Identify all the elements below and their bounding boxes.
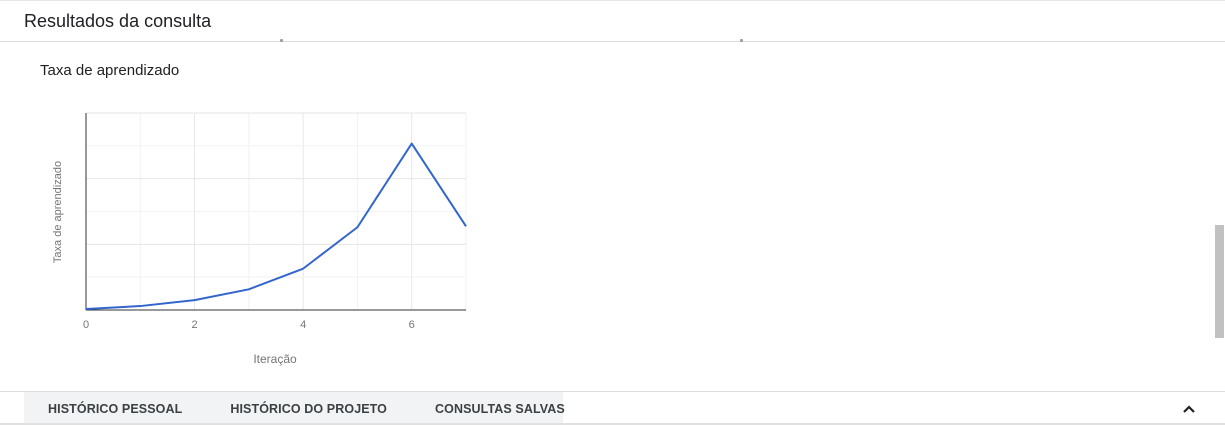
tab-project-history[interactable]: HISTÓRICO DO PROJETO: [230, 392, 387, 424]
chart-section-title: Taxa de aprendizado: [40, 62, 180, 79]
series-line: [85, 142, 467, 311]
x-tick-label: 4: [300, 319, 306, 331]
scrollbar-thumb[interactable]: [1215, 225, 1224, 338]
x-tick-label: 2: [192, 319, 198, 331]
fold-marker: [740, 39, 743, 42]
x-tick-labels: 0 2 4 6: [83, 319, 415, 331]
history-tabs: HISTÓRICO PESSOAL HISTÓRICO DO PROJETO C…: [24, 392, 565, 424]
chevron-up-icon: [1183, 405, 1195, 413]
x-tick-label: 0: [83, 319, 89, 331]
x-tick-label: 6: [409, 319, 415, 331]
chart-grid: [86, 112, 467, 310]
fold-marker: [280, 39, 283, 42]
collapse-panel-button[interactable]: [1176, 398, 1202, 420]
vertical-scrollbar[interactable]: [1213, 42, 1225, 391]
results-header: Resultados da consulta: [0, 0, 1225, 42]
tab-saved-queries[interactable]: CONSULTAS SALVAS: [435, 392, 565, 424]
history-panel-bar: HISTÓRICO PESSOAL HISTÓRICO DO PROJETO C…: [0, 391, 1225, 425]
y-axis-label: Taxa de aprendizado: [52, 161, 64, 263]
series-lines: [85, 142, 467, 311]
page-title: Resultados da consulta: [24, 11, 212, 31]
tab-personal-history[interactable]: HISTÓRICO PESSOAL: [48, 392, 182, 424]
learning-rate-chart: 0 2 4 6 Iteração Taxa de aprendizado: [40, 95, 500, 385]
x-axis-label: Iteração: [253, 352, 297, 366]
line-chart: 0 2 4 6 Iteração Taxa de aprendizado: [52, 112, 467, 366]
